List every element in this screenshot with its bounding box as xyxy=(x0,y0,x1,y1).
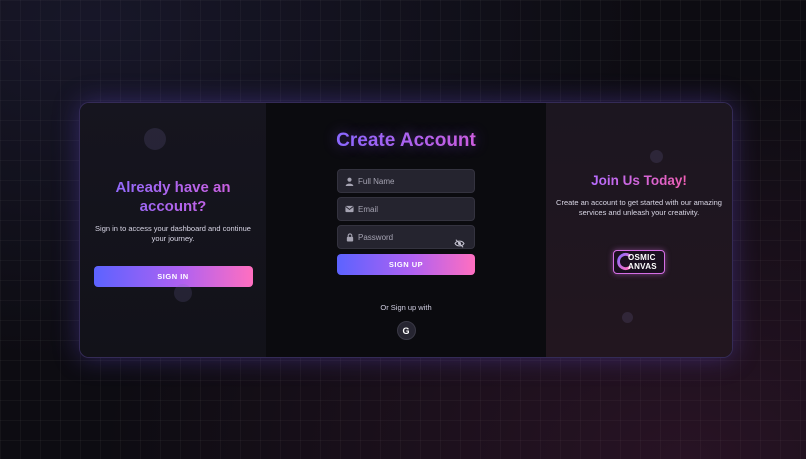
decor-bubble xyxy=(144,128,166,150)
logo-wordmark: OSMIC ANVAS xyxy=(628,253,657,271)
signup-form: Create Account SIGN UP Or Sign up with xyxy=(266,103,546,357)
decor-bubble xyxy=(622,312,633,323)
info-panel: Join Us Today! Create an account to get … xyxy=(546,103,732,357)
user-icon xyxy=(345,177,354,186)
eye-slash-icon[interactable] xyxy=(454,233,465,248)
email-field[interactable] xyxy=(337,197,475,221)
logo-line-2: ANVAS xyxy=(628,262,657,271)
join-description: Create an account to get started with ou… xyxy=(556,198,722,217)
google-icon: G xyxy=(402,325,410,336)
envelope-icon xyxy=(345,205,354,214)
decor-bubble xyxy=(650,150,663,163)
full-name-input[interactable] xyxy=(358,176,458,186)
social-prompt: Or Sign up with xyxy=(380,303,432,312)
signin-panel: Already have an account? Sign in to acce… xyxy=(80,103,266,357)
join-heading: Join Us Today! xyxy=(591,173,687,188)
cosmic-canvas-logo: OSMIC ANVAS xyxy=(613,250,665,274)
password-field[interactable] xyxy=(337,225,475,249)
page-title: Create Account xyxy=(336,130,476,151)
lock-icon xyxy=(345,232,354,242)
password-input[interactable] xyxy=(358,232,458,242)
sign-up-button[interactable]: SIGN UP xyxy=(337,254,475,275)
full-name-field[interactable] xyxy=(337,169,475,193)
signin-heading: Already have an account? xyxy=(98,178,248,216)
sign-in-button[interactable]: SIGN IN xyxy=(93,266,253,287)
email-input[interactable] xyxy=(358,204,458,214)
google-signup-button[interactable]: G xyxy=(396,321,416,340)
decor-bubble xyxy=(174,284,192,302)
auth-card: Already have an account? Sign in to acce… xyxy=(79,102,733,358)
logo-line-1: OSMIC xyxy=(628,253,656,262)
signin-description: Sign in to access your dashboard and con… xyxy=(95,224,251,243)
